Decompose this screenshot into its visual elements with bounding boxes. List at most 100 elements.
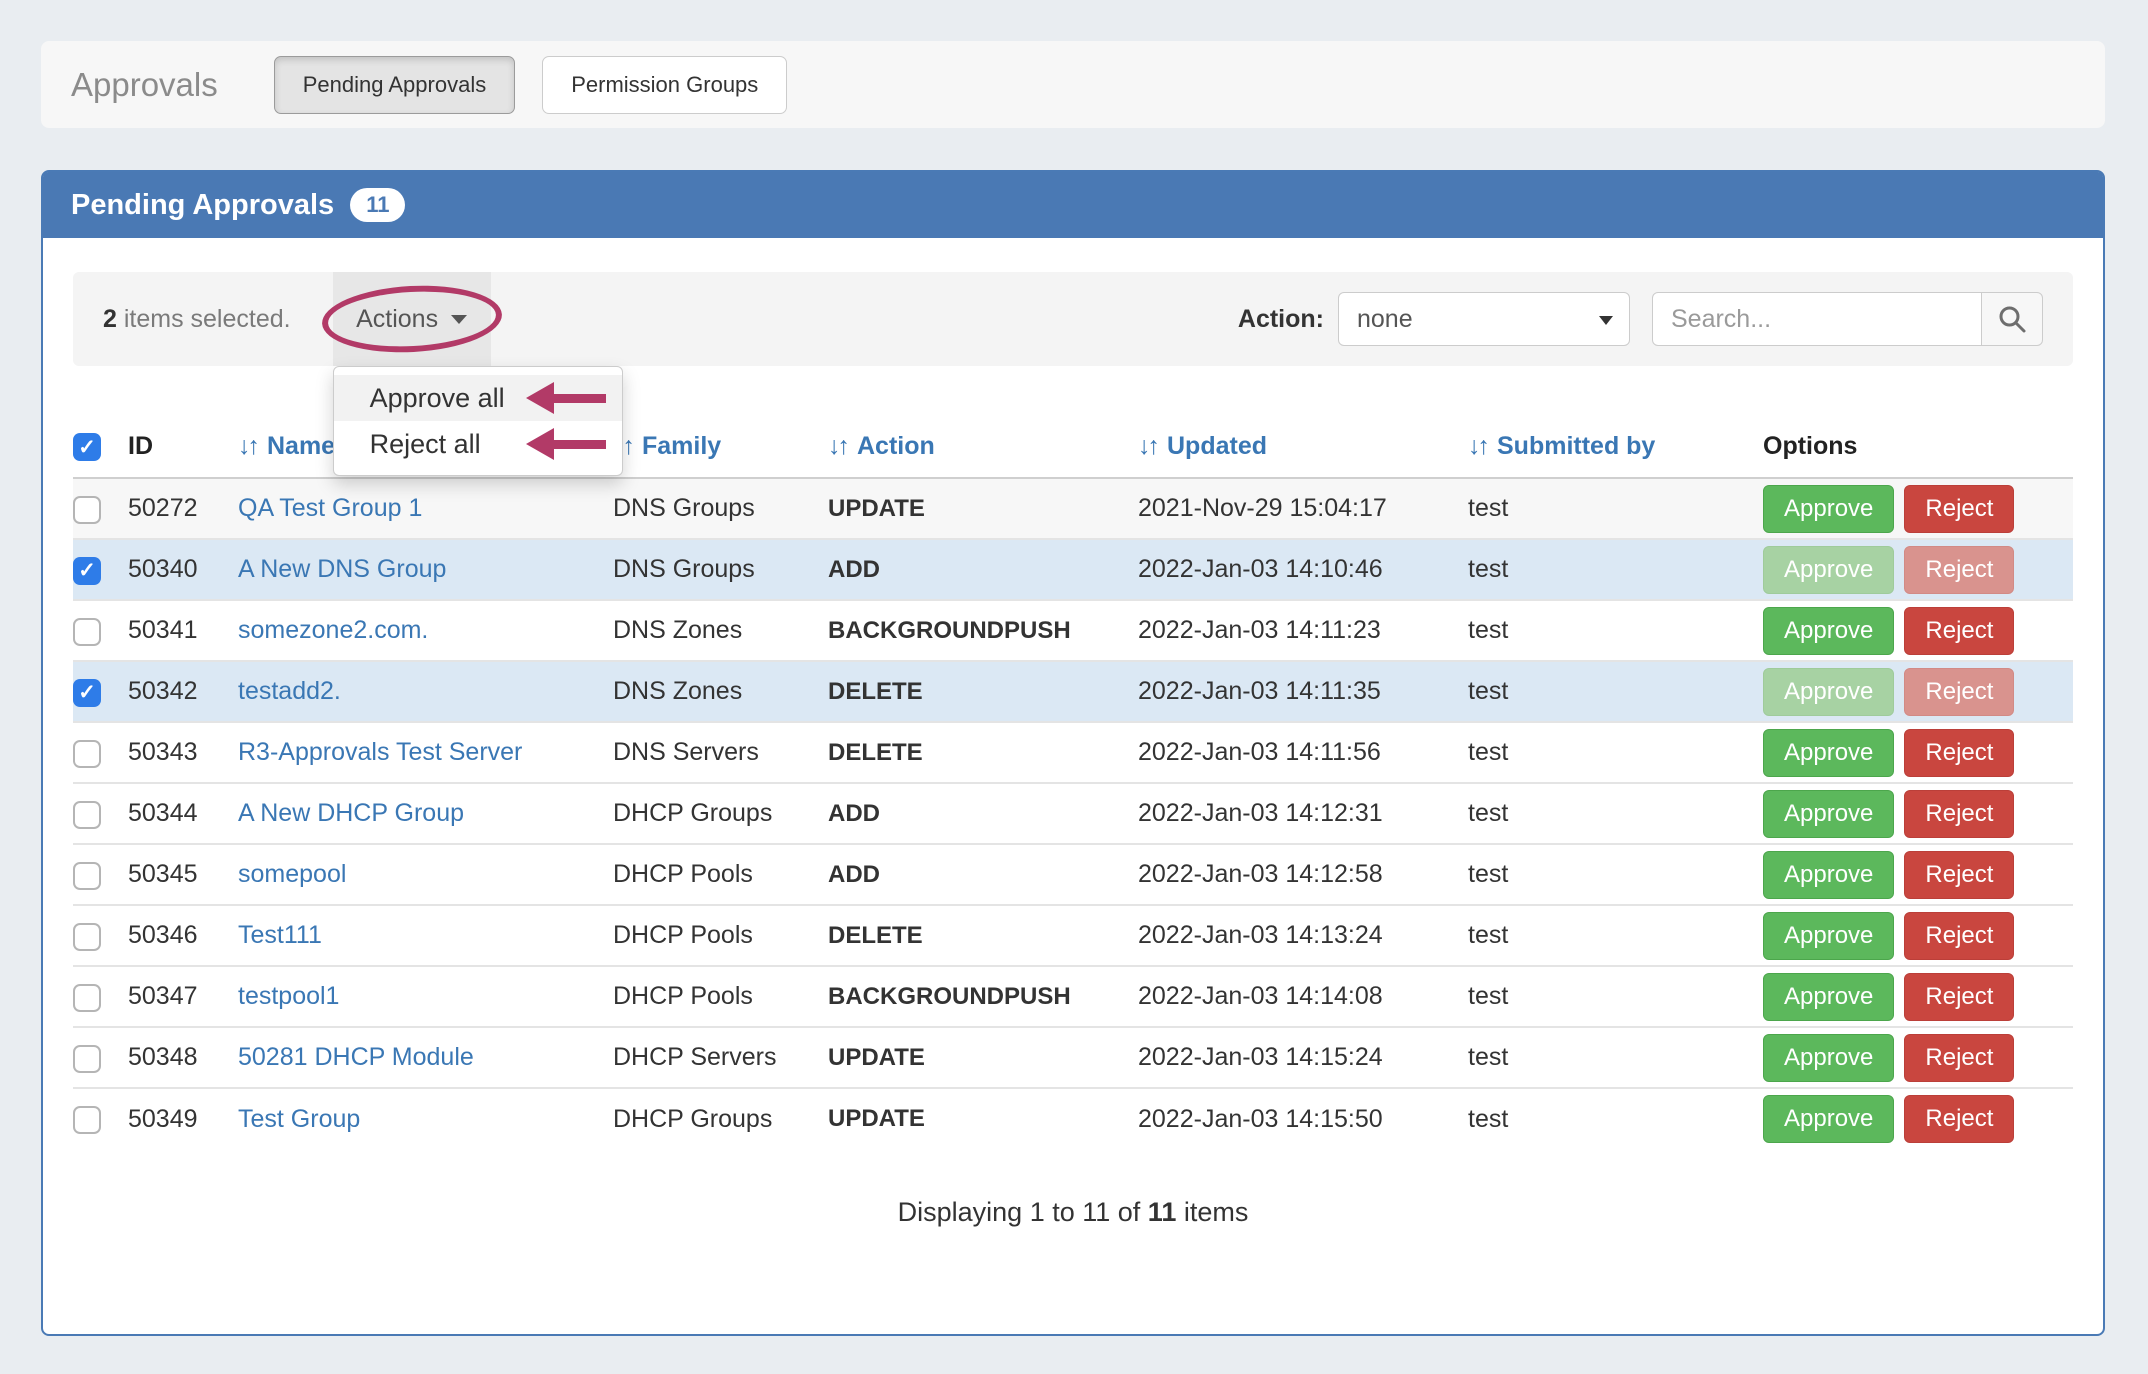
row-action: UPDATE bbox=[828, 478, 1138, 539]
app-header: Approvals Pending Approvals Permission G… bbox=[41, 41, 2105, 128]
table-row: 5034850281 DHCP ModuleDHCP ServersUPDATE… bbox=[73, 1027, 2073, 1088]
pending-approvals-panel: Pending Approvals 11 2 items selected. A… bbox=[41, 170, 2105, 1336]
row-submitted-by: test bbox=[1468, 966, 1763, 1027]
reject-button[interactable]: Reject bbox=[1904, 485, 2014, 533]
row-name-link[interactable]: 50281 DHCP Module bbox=[238, 1043, 474, 1071]
approve-button[interactable]: Approve bbox=[1763, 912, 1894, 960]
reject-button[interactable]: Reject bbox=[1904, 973, 2014, 1021]
table-row: 50341somezone2.com.DNS ZonesBACKGROUNDPU… bbox=[73, 600, 2073, 661]
row-action: DELETE bbox=[828, 905, 1138, 966]
row-submitted-by: test bbox=[1468, 600, 1763, 661]
pagination-total: 11 bbox=[1148, 1197, 1177, 1227]
row-id: 50343 bbox=[128, 722, 238, 783]
tab-permission-groups[interactable]: Permission Groups bbox=[542, 56, 787, 114]
row-checkbox[interactable] bbox=[73, 862, 101, 890]
row-family: DNS Zones bbox=[613, 661, 828, 722]
row-updated: 2022-Jan-03 14:15:50 bbox=[1138, 1088, 1468, 1149]
row-updated: 2022-Jan-03 14:11:35 bbox=[1138, 661, 1468, 722]
row-name-link[interactable]: Test111 bbox=[238, 921, 322, 949]
search-icon bbox=[1997, 304, 2027, 334]
panel-body: 2 items selected. Actions Approve allRej… bbox=[43, 238, 2103, 1228]
search-input[interactable] bbox=[1652, 292, 1982, 346]
approve-button[interactable]: Approve bbox=[1763, 973, 1894, 1021]
row-name-link[interactable]: A New DHCP Group bbox=[238, 799, 464, 827]
approve-button[interactable]: Approve bbox=[1763, 1034, 1894, 1082]
selected-text: items selected. bbox=[117, 305, 291, 333]
row-family: DHCP Pools bbox=[613, 905, 828, 966]
row-checkbox[interactable]: ✓ bbox=[73, 679, 101, 707]
reject-button: Reject bbox=[1904, 668, 2014, 716]
approve-button[interactable]: Approve bbox=[1763, 729, 1894, 777]
table-row: 50345somepoolDHCP PoolsADD2022-Jan-03 14… bbox=[73, 844, 2073, 905]
row-submitted-by: test bbox=[1468, 1027, 1763, 1088]
row-submitted-by: test bbox=[1468, 539, 1763, 600]
row-name-link[interactable]: QA Test Group 1 bbox=[238, 494, 422, 522]
page-title: Approvals bbox=[71, 66, 218, 104]
row-name-link[interactable]: somepool bbox=[238, 860, 346, 888]
page: Approvals Pending Approvals Permission G… bbox=[0, 0, 2148, 1374]
row-checkbox[interactable] bbox=[73, 923, 101, 951]
row-checkbox[interactable] bbox=[73, 618, 101, 646]
row-name-link[interactable]: somezone2.com. bbox=[238, 616, 428, 644]
row-checkbox[interactable] bbox=[73, 984, 101, 1012]
row-action: BACKGROUNDPUSH bbox=[828, 600, 1138, 661]
sort-icon: ↓↑ bbox=[828, 432, 847, 460]
annotation-arrow-left-icon bbox=[526, 428, 606, 460]
header-cell-options: Options bbox=[1763, 422, 2073, 478]
reject-button[interactable]: Reject bbox=[1904, 851, 2014, 899]
reject-button: Reject bbox=[1904, 546, 2014, 594]
row-action: BACKGROUNDPUSH bbox=[828, 966, 1138, 1027]
row-id: 50272 bbox=[128, 478, 238, 539]
row-name-link[interactable]: testadd2. bbox=[238, 677, 341, 705]
sort-icon: ↓↑ bbox=[1138, 432, 1157, 460]
row-updated: 2022-Jan-03 14:14:08 bbox=[1138, 966, 1468, 1027]
reject-button[interactable]: Reject bbox=[1904, 607, 2014, 655]
row-name-link[interactable]: testpool1 bbox=[238, 982, 339, 1010]
row-name-link[interactable]: Test Group bbox=[238, 1105, 360, 1133]
row-submitted-by: test bbox=[1468, 478, 1763, 539]
row-action: UPDATE bbox=[828, 1027, 1138, 1088]
reject-button[interactable]: Reject bbox=[1904, 912, 2014, 960]
row-checkbox[interactable] bbox=[73, 1106, 101, 1134]
reject-button[interactable]: Reject bbox=[1904, 1034, 2014, 1082]
row-checkbox[interactable] bbox=[73, 801, 101, 829]
table-row: ✓50342testadd2.DNS ZonesDELETE2022-Jan-0… bbox=[73, 661, 2073, 722]
row-name-link[interactable]: A New DNS Group bbox=[238, 555, 446, 583]
approve-button[interactable]: Approve bbox=[1763, 790, 1894, 838]
approve-button[interactable]: Approve bbox=[1763, 851, 1894, 899]
actions-dropdown-button[interactable]: Actions Approve allReject all bbox=[333, 272, 491, 366]
search-button[interactable] bbox=[1981, 292, 2043, 346]
header-cell-updated[interactable]: ↓↑Updated bbox=[1138, 422, 1468, 478]
approve-button[interactable]: Approve bbox=[1763, 1095, 1894, 1143]
row-name-link[interactable]: R3-Approvals Test Server bbox=[238, 738, 522, 766]
row-family: DNS Zones bbox=[613, 600, 828, 661]
header-cell-action[interactable]: ↓↑Action bbox=[828, 422, 1138, 478]
approvals-table-body: 50272QA Test Group 1DNS GroupsUPDATE2021… bbox=[73, 478, 2073, 1149]
reject-button[interactable]: Reject bbox=[1904, 729, 2014, 777]
row-id: 50346 bbox=[128, 905, 238, 966]
dropdown-item-approve-all[interactable]: Approve all bbox=[334, 375, 622, 421]
row-id: 50340 bbox=[128, 539, 238, 600]
tab-pending-approvals[interactable]: Pending Approvals bbox=[274, 56, 515, 114]
selection-summary: 2 items selected. bbox=[103, 305, 291, 334]
row-action: ADD bbox=[828, 539, 1138, 600]
approve-button[interactable]: Approve bbox=[1763, 485, 1894, 533]
toolbar: 2 items selected. Actions Approve allRej… bbox=[73, 272, 2073, 366]
row-updated: 2021-Nov-29 15:04:17 bbox=[1138, 478, 1468, 539]
reject-button[interactable]: Reject bbox=[1904, 790, 2014, 838]
row-checkbox[interactable]: ✓ bbox=[73, 557, 101, 585]
approve-button[interactable]: Approve bbox=[1763, 607, 1894, 655]
header-cell-submitted-by[interactable]: ↓↑Submitted by bbox=[1468, 422, 1763, 478]
table-row: 50272QA Test Group 1DNS GroupsUPDATE2021… bbox=[73, 478, 2073, 539]
row-updated: 2022-Jan-03 14:12:58 bbox=[1138, 844, 1468, 905]
action-select[interactable]: none bbox=[1338, 292, 1630, 346]
row-action: UPDATE bbox=[828, 1088, 1138, 1149]
select-all-checkbox[interactable]: ✓ bbox=[73, 433, 101, 461]
reject-button[interactable]: Reject bbox=[1904, 1095, 2014, 1143]
pagination-suffix: items bbox=[1176, 1197, 1248, 1227]
row-checkbox[interactable] bbox=[73, 496, 101, 524]
row-checkbox[interactable] bbox=[73, 740, 101, 768]
header-cell-family[interactable]: ↓↑Family bbox=[613, 422, 828, 478]
row-checkbox[interactable] bbox=[73, 1045, 101, 1073]
dropdown-item-reject-all[interactable]: Reject all bbox=[334, 421, 622, 467]
